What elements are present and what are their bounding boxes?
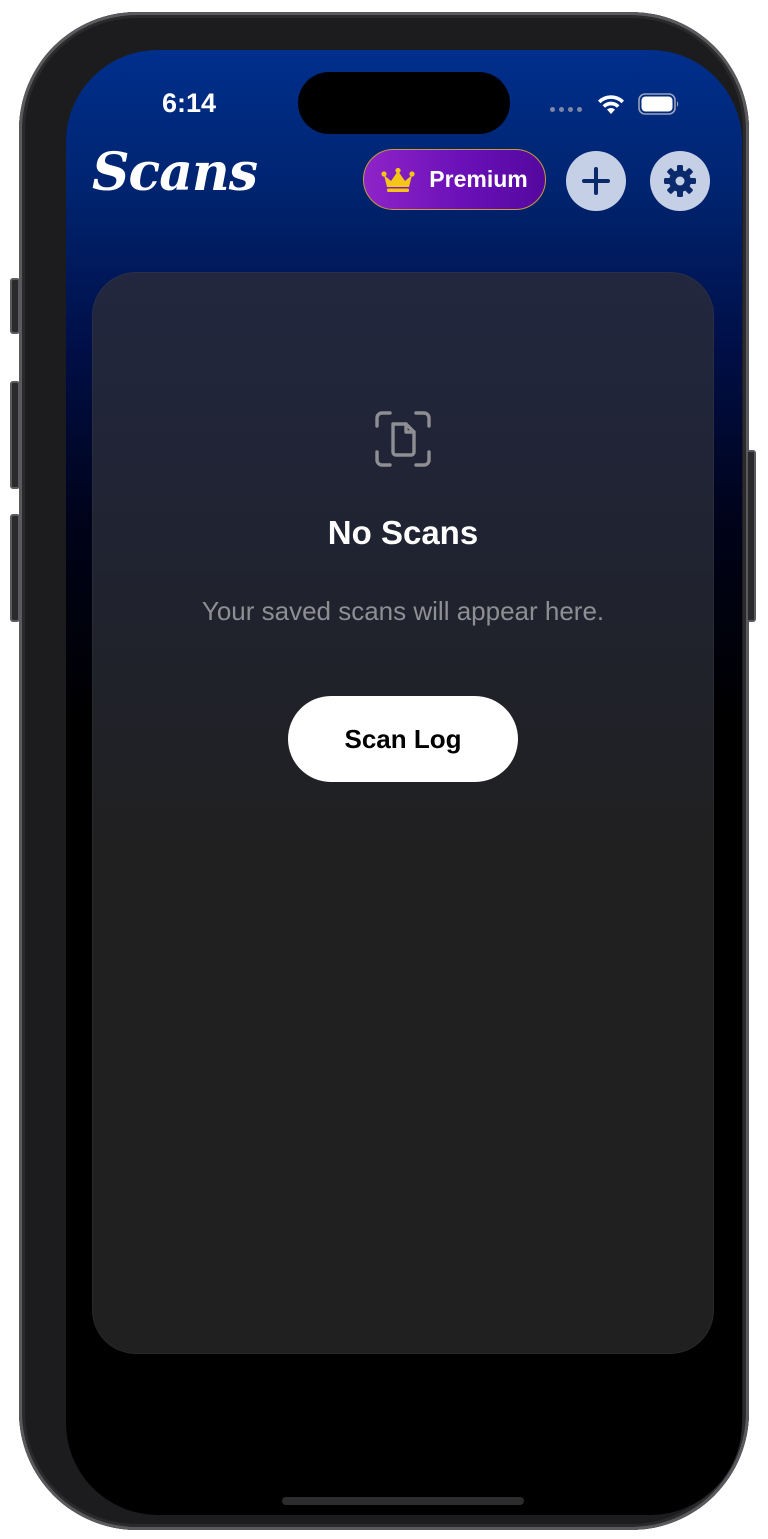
wifi-icon xyxy=(598,95,624,114)
add-button[interactable] xyxy=(566,151,626,211)
action-button xyxy=(10,278,20,334)
premium-button[interactable]: Premium xyxy=(363,149,546,210)
screen: 6:14 Scans Premium No Scans Your saved s… xyxy=(66,50,742,1515)
empty-state-subtitle: Your saved scans will appear here. xyxy=(201,596,605,626)
document-scan-icon xyxy=(375,411,431,467)
volume-up-button xyxy=(10,381,20,489)
phone-frame: 6:14 Scans Premium No Scans Your saved s… xyxy=(10,12,756,1530)
scans-card: No Scans Your saved scans will appear he… xyxy=(92,272,714,1354)
battery-icon xyxy=(638,93,679,115)
empty-state-title: No Scans xyxy=(327,514,479,551)
settings-button[interactable] xyxy=(650,151,710,211)
gear-icon xyxy=(664,165,696,197)
page-title: Scans xyxy=(92,142,258,203)
status-time: 6:14 xyxy=(161,88,217,118)
dynamic-island xyxy=(298,72,510,134)
home-indicator[interactable] xyxy=(282,1497,524,1505)
premium-label: Premium xyxy=(429,166,528,192)
plus-icon xyxy=(582,167,610,195)
cellular-signal-icon xyxy=(550,107,584,113)
scan-log-button[interactable]: Scan Log xyxy=(288,696,518,782)
volume-down-button xyxy=(10,514,20,622)
crown-icon xyxy=(381,167,415,192)
power-button xyxy=(746,450,756,622)
